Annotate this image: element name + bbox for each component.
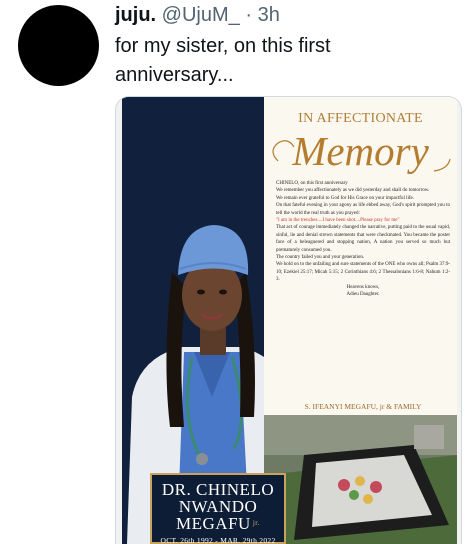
memorial-heading: IN AFFECTIONATE bbox=[298, 111, 423, 126]
name-line: NWANDO bbox=[178, 497, 258, 516]
message-paragraph: CHINELO, on this first anniversary bbox=[276, 181, 348, 186]
name-line: DR. CHINELO bbox=[161, 480, 275, 499]
message-paragraph: Adieu Daughter. bbox=[346, 292, 380, 298]
message-paragraph: On that fateful evening in your agony as… bbox=[276, 203, 450, 216]
tweet-header: juju. @UjuM_ · 3h bbox=[115, 3, 280, 27]
name-line: MEGAFU jr. bbox=[152, 515, 284, 532]
message-paragraph: That act of courage immediately changed … bbox=[276, 225, 450, 253]
memorial-signature: S. IFEANYI MEGAFU, jr & FAMILY bbox=[304, 402, 422, 411]
message-paragraph: We remain ever grateful to God for His G… bbox=[276, 195, 415, 201]
memorial-message: CHINELO, on this first anniversary We re… bbox=[276, 180, 450, 299]
surname: MEGAFU bbox=[176, 514, 251, 533]
timestamp[interactable]: 3h bbox=[258, 4, 280, 26]
tweet-text-line: for my sister, on this first bbox=[115, 35, 331, 57]
name-plaque: DR. CHINELO NWANDO MEGAFU jr. OCT. 26th 1… bbox=[150, 473, 286, 544]
user-handle[interactable]: @UjuM_ bbox=[162, 4, 240, 26]
message-paragraph: The country failed you and your generati… bbox=[276, 255, 365, 261]
avatar[interactable] bbox=[18, 5, 99, 86]
message-panel: IN AFFECTIONATE Memory CHINELO, on this … bbox=[264, 97, 457, 544]
grave-photo bbox=[264, 415, 457, 544]
name-suffix: jr. bbox=[252, 519, 260, 527]
message-quote: "I am in the trenches....I have been sho… bbox=[276, 218, 400, 224]
message-paragraph: Heavens knows, bbox=[346, 284, 380, 290]
display-name[interactable]: juju. bbox=[115, 4, 156, 26]
memorial-script-title: Memory bbox=[292, 128, 429, 174]
tweet-media[interactable]: IN AFFECTIONATE Memory CHINELO, on this … bbox=[115, 96, 462, 544]
tweet-text-line: anniversary... bbox=[115, 64, 234, 86]
separator: · bbox=[245, 4, 253, 26]
tweet-text: for my sister, on this first anniversary… bbox=[115, 32, 460, 90]
memorial-poster: IN AFFECTIONATE Memory CHINELO, on this … bbox=[122, 97, 457, 544]
message-paragraph: We hold on to the unfailing and sure sta… bbox=[276, 262, 451, 283]
message-paragraph: We remember you affectionately as we did… bbox=[276, 188, 430, 194]
